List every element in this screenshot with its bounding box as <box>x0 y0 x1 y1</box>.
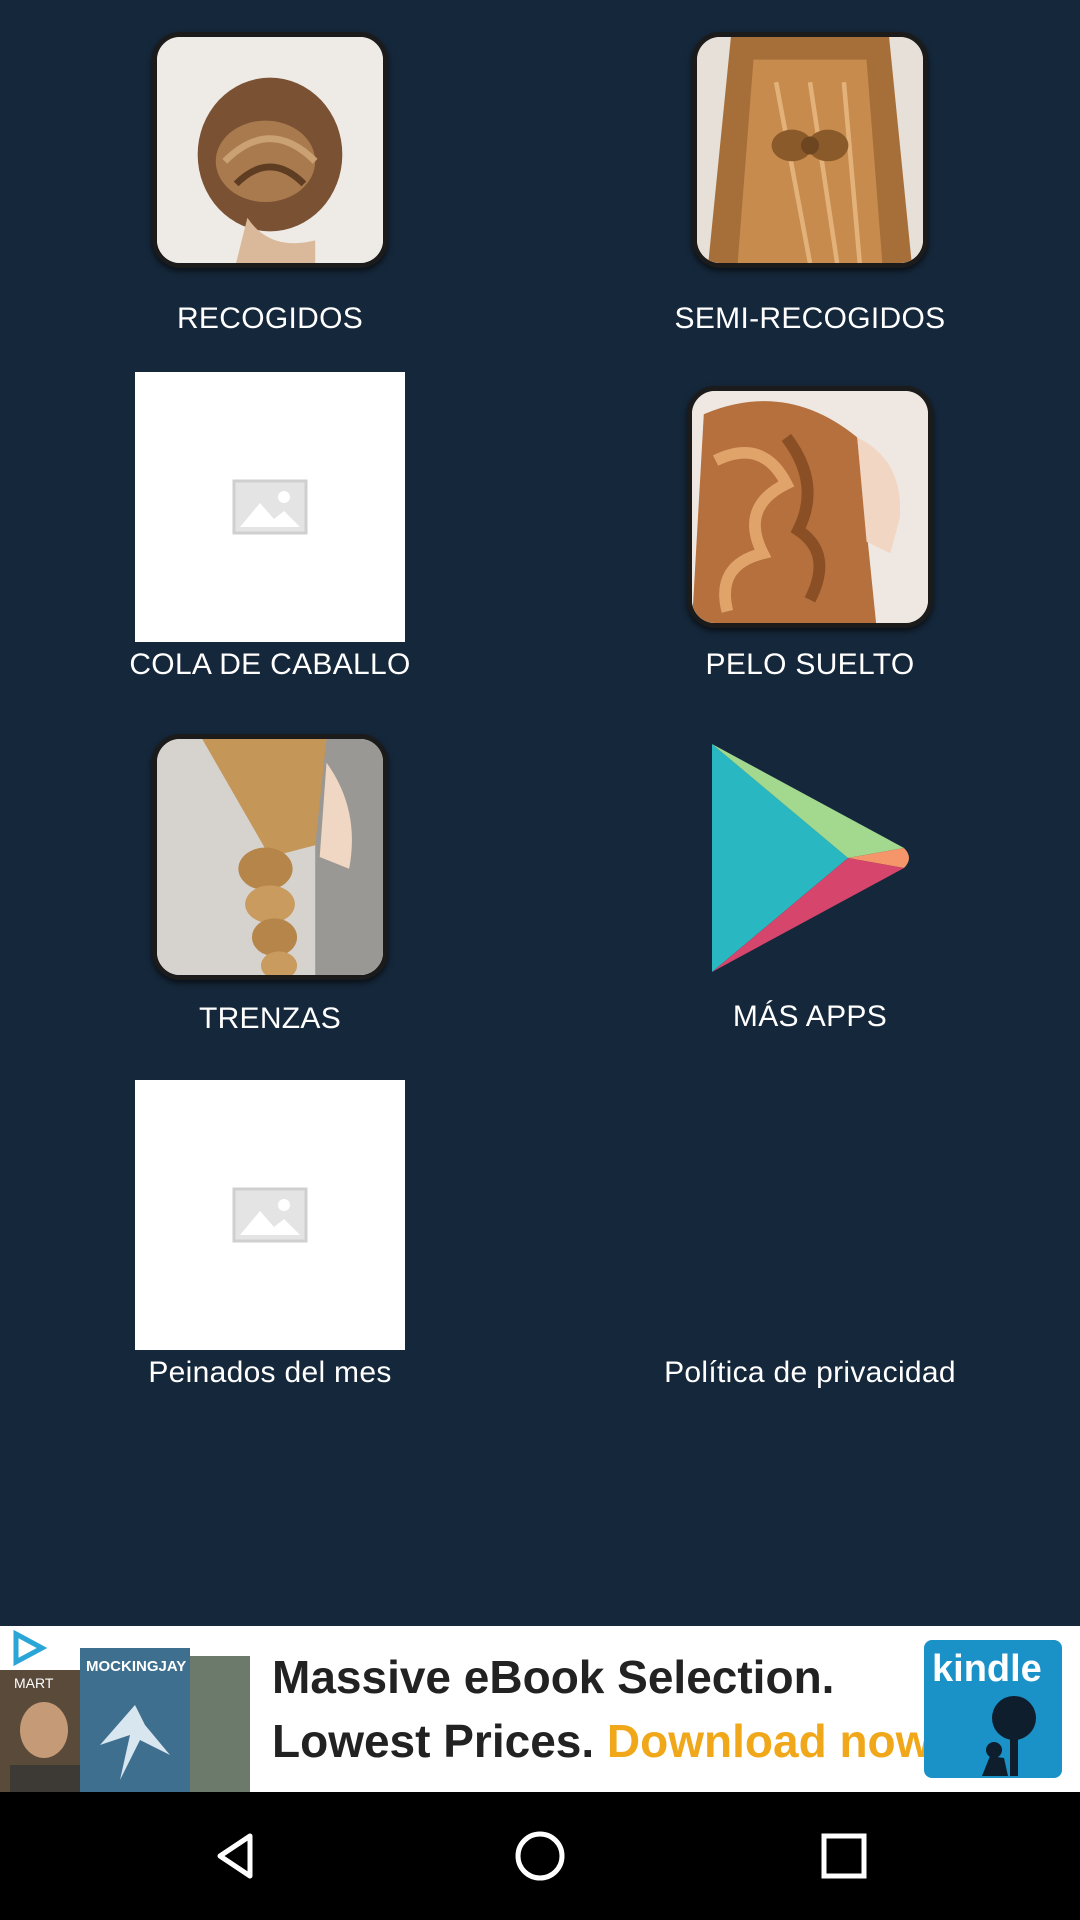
semi-recogidos-label: SEMI-RECOGIDOS <box>674 302 946 335</box>
cola-de-caballo-image-placeholder <box>135 372 405 642</box>
system-navigation-bar <box>0 1792 1080 1920</box>
trenzas-image <box>152 734 388 980</box>
menu-tile-mas-apps[interactable]: MÁS APPS <box>540 740 1080 1034</box>
app-screen: RECOGIDOS SEMI-RECOGIDOS COLA DE CABALLO… <box>0 0 1080 1626</box>
menu-tile-trenzas[interactable]: TRENZAS <box>0 734 540 1036</box>
ad-cta-download[interactable]: Download now <box>607 1715 932 1767</box>
image-placeholder-icon <box>232 1187 308 1243</box>
kindle-logo: kindle <box>924 1640 1062 1778</box>
menu-tile-recogidos[interactable]: RECOGIDOS <box>0 32 540 336</box>
trenzas-label: TRENZAS <box>198 1002 342 1035</box>
ad-subline-text: Lowest Prices. <box>272 1715 595 1767</box>
recogidos-image <box>152 32 388 268</box>
cola-de-caballo-label: COLA DE CABALLO <box>129 648 411 681</box>
pelo-suelto-label: PELO SUELTO <box>705 648 915 681</box>
menu-tile-pelo-suelto[interactable]: PELO SUELTO <box>540 386 1080 682</box>
mas-apps-label: MÁS APPS <box>732 1000 888 1033</box>
kindle-brand-text: kindle <box>932 1648 1042 1690</box>
kindle-reader-tree-icon <box>982 1696 1036 1776</box>
back-icon[interactable] <box>206 1826 266 1886</box>
book-cover-2 <box>190 1656 250 1792</box>
svg-text:MART: MART <box>14 1675 54 1691</box>
semi-recogidos-image <box>692 32 928 268</box>
menu-tile-cola-de-caballo[interactable]: COLA DE CABALLO <box>0 372 540 682</box>
mockingjay-title: MOCKINGJAY <box>86 1658 187 1675</box>
peinados-del-mes-label: Peinados del mes <box>148 1356 392 1389</box>
ad-headline: Massive eBook Selection. <box>272 1651 835 1703</box>
menu-tile-politica-de-privacidad[interactable]: Política de privacidad <box>540 1080 1080 1390</box>
ad-choices-icon[interactable] <box>0 1626 60 1670</box>
menu-tile-semi-recogidos[interactable]: SEMI-RECOGIDOS <box>540 32 1080 336</box>
ad-banner[interactable]: MART MOCKINGJAY Massive eBook Selection.… <box>0 1626 1080 1792</box>
mockingjay-bird-icon <box>100 1705 170 1780</box>
pelo-suelto-image <box>687 386 933 628</box>
movie-poster-image: MART <box>0 1670 82 1792</box>
recent-apps-icon[interactable] <box>814 1826 874 1886</box>
recogidos-label: RECOGIDOS <box>176 302 364 335</box>
mockingjay-book-cover: MOCKINGJAY <box>80 1648 190 1792</box>
politica-de-privacidad-label: Política de privacidad <box>664 1356 956 1389</box>
play-store-icon <box>712 744 909 972</box>
ad-subline: Lowest Prices. Download now <box>272 1714 931 1768</box>
image-placeholder-icon <box>232 479 308 535</box>
home-icon[interactable] <box>510 1826 570 1886</box>
peinados-del-mes-image-placeholder <box>135 1080 405 1350</box>
menu-tile-peinados-del-mes[interactable]: Peinados del mes <box>0 1080 540 1390</box>
